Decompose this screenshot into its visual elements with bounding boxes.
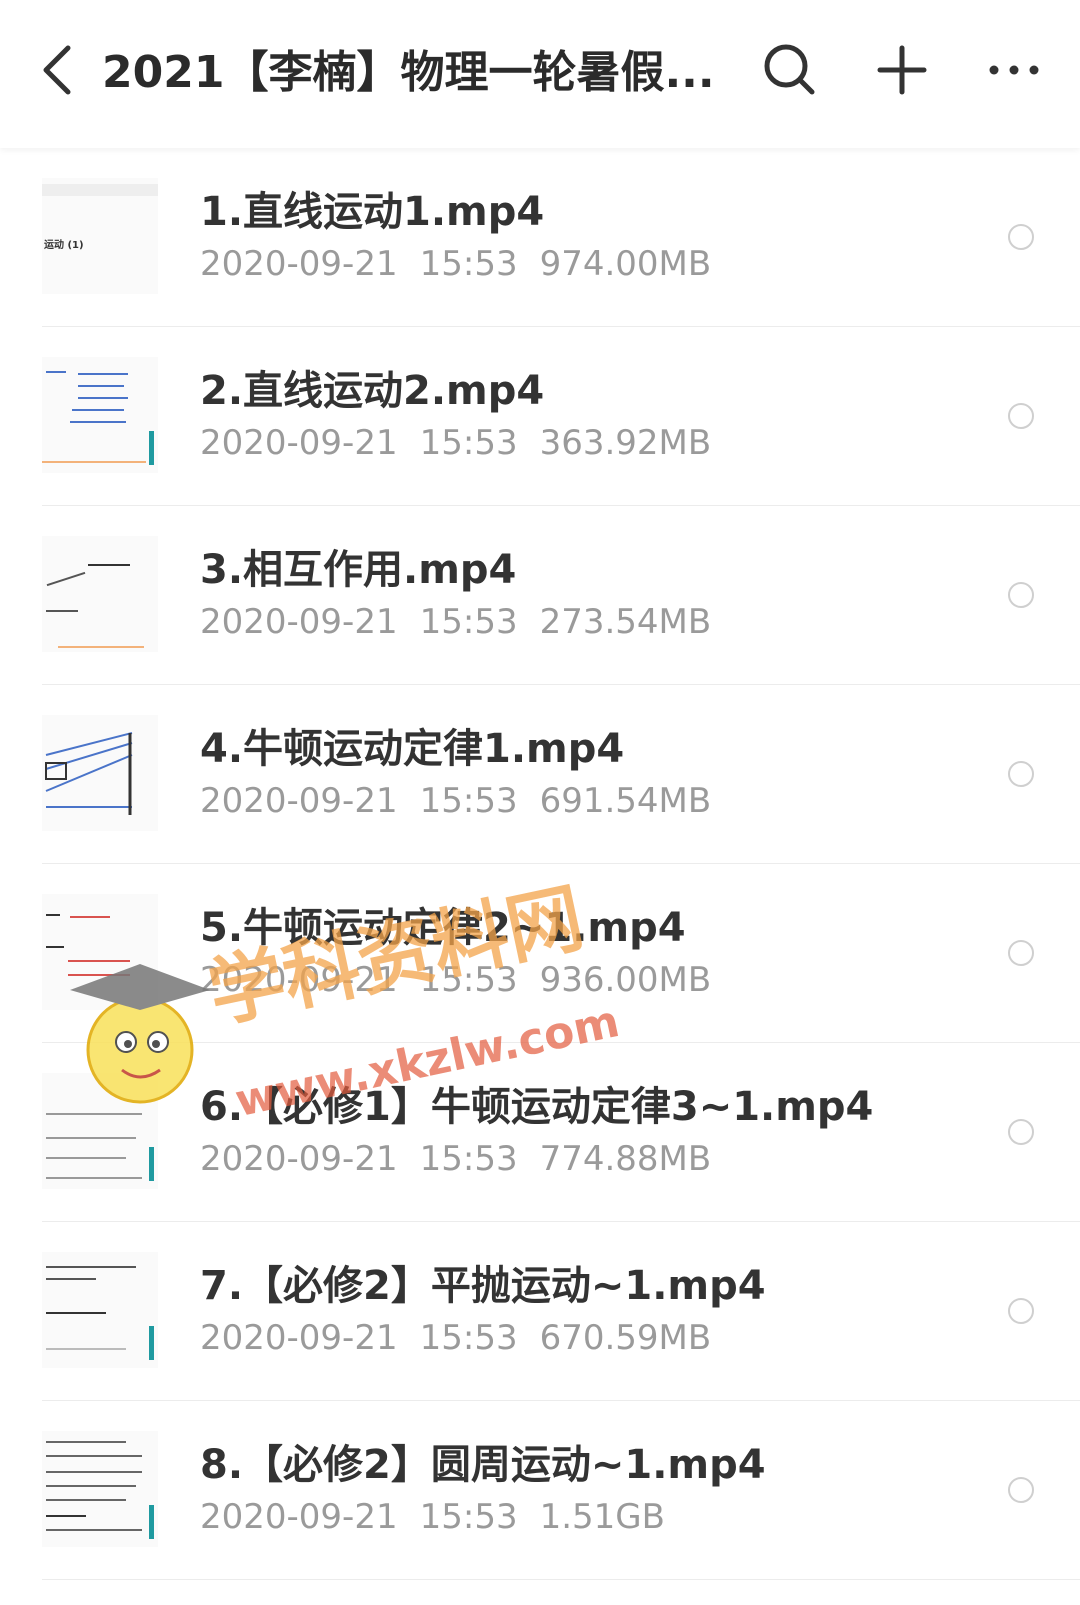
file-row[interactable]: 2.直线运动2.mp4 2020-09-21 15:53 363.92MB xyxy=(42,327,1080,506)
video-thumbnail xyxy=(42,1431,158,1547)
file-meta: 2020-09-21 15:53 691.54MB xyxy=(200,779,733,823)
file-name: 3.相互作用.mp4 xyxy=(200,547,517,593)
video-thumbnail: 运动 (1) xyxy=(42,178,158,294)
file-date: 2020-09-21 xyxy=(200,1318,398,1358)
file-size: 273.54MB xyxy=(539,602,712,642)
select-radio[interactable] xyxy=(1008,1119,1034,1145)
file-row[interactable]: 6.【必修1】牛顿运动定律3~1.mp4 2020-09-21 15:53 774.… xyxy=(42,1043,1080,1222)
file-meta: 2020-09-21 15:53 670.59MB xyxy=(200,1316,733,1360)
file-name: 2.直线运动2.mp4 xyxy=(200,368,545,414)
file-meta: 2020-09-21 15:53 273.54MB xyxy=(200,600,733,644)
file-time: 15:53 xyxy=(419,1497,518,1537)
video-thumbnail xyxy=(42,894,158,1010)
file-row[interactable]: 运动 (1) 1.直线运动1.mp4 2020-09-21 15:53 974.00… xyxy=(42,148,1080,327)
file-time: 15:53 xyxy=(419,1318,518,1358)
back-arrow-icon[interactable] xyxy=(36,42,80,98)
select-radio[interactable] xyxy=(1008,403,1034,429)
top-bar: 2021【李楠】物理一轮暑假... xyxy=(0,0,1080,148)
file-time: 15:53 xyxy=(419,423,518,463)
file-meta: 2020-09-21 15:53 936.00MB xyxy=(200,958,733,1002)
file-date: 2020-09-21 xyxy=(200,244,398,284)
file-date: 2020-09-21 xyxy=(200,781,398,821)
video-thumbnail xyxy=(42,536,158,652)
select-radio[interactable] xyxy=(1008,761,1034,787)
file-row[interactable]: 8.【必修2】圆周运动~1.mp4 2020-09-21 15:53 1.51GB xyxy=(42,1401,1080,1580)
file-size: 974.00MB xyxy=(539,244,712,284)
file-size: 1.51GB xyxy=(539,1497,665,1537)
file-name: 5.牛顿运动定律2~1.mp4 xyxy=(200,905,686,951)
file-meta: 2020-09-21 15:53 974.00MB xyxy=(200,242,733,286)
select-radio[interactable] xyxy=(1008,940,1034,966)
file-time: 15:53 xyxy=(419,602,518,642)
folder-title: 2021【李楠】物理一轮暑假... xyxy=(102,47,715,98)
video-thumbnail xyxy=(42,1252,158,1368)
file-size: 670.59MB xyxy=(539,1318,712,1358)
file-meta: 2020-09-21 15:53 1.51GB xyxy=(200,1495,687,1539)
file-name: 4.牛顿运动定律1.mp4 xyxy=(200,726,625,772)
video-thumbnail xyxy=(42,1073,158,1189)
file-date: 2020-09-21 xyxy=(200,1497,398,1537)
file-date: 2020-09-21 xyxy=(200,423,398,463)
select-radio[interactable] xyxy=(1008,224,1034,250)
file-date: 2020-09-21 xyxy=(200,1139,398,1179)
video-thumbnail xyxy=(42,357,158,473)
search-icon[interactable] xyxy=(760,40,820,100)
video-thumbnail xyxy=(42,715,158,831)
file-date: 2020-09-21 xyxy=(200,960,398,1000)
file-time: 15:53 xyxy=(419,960,518,1000)
file-name: 7.【必修2】平抛运动~1.mp4 xyxy=(200,1263,766,1309)
file-list: 运动 (1) 1.直线运动1.mp4 2020-09-21 15:53 974.00… xyxy=(0,148,1080,1580)
file-name: 1.直线运动1.mp4 xyxy=(200,189,545,235)
file-size: 774.88MB xyxy=(539,1139,712,1179)
file-size: 691.54MB xyxy=(539,781,712,821)
file-name: 6.【必修1】牛顿运动定律3~1.mp4 xyxy=(200,1084,874,1130)
file-time: 15:53 xyxy=(419,781,518,821)
file-time: 15:53 xyxy=(419,244,518,284)
file-name: 8.【必修2】圆周运动~1.mp4 xyxy=(200,1442,766,1488)
more-icon[interactable] xyxy=(984,40,1044,100)
select-radio[interactable] xyxy=(1008,1477,1034,1503)
file-meta: 2020-09-21 15:53 774.88MB xyxy=(200,1137,733,1181)
select-radio[interactable] xyxy=(1008,1298,1034,1324)
file-size: 936.00MB xyxy=(539,960,712,1000)
file-row[interactable]: 4.牛顿运动定律1.mp4 2020-09-21 15:53 691.54MB xyxy=(42,685,1080,864)
plus-icon[interactable] xyxy=(872,40,932,100)
file-row[interactable]: 3.相互作用.mp4 2020-09-21 15:53 273.54MB xyxy=(42,506,1080,685)
file-time: 15:53 xyxy=(419,1139,518,1179)
file-row[interactable]: 7.【必修2】平抛运动~1.mp4 2020-09-21 15:53 670.59M… xyxy=(42,1222,1080,1401)
file-row[interactable]: 5.牛顿运动定律2~1.mp4 2020-09-21 15:53 936.00MB xyxy=(42,864,1080,1043)
file-date: 2020-09-21 xyxy=(200,602,398,642)
file-size: 363.92MB xyxy=(539,423,712,463)
select-radio[interactable] xyxy=(1008,582,1034,608)
file-meta: 2020-09-21 15:53 363.92MB xyxy=(200,421,733,465)
